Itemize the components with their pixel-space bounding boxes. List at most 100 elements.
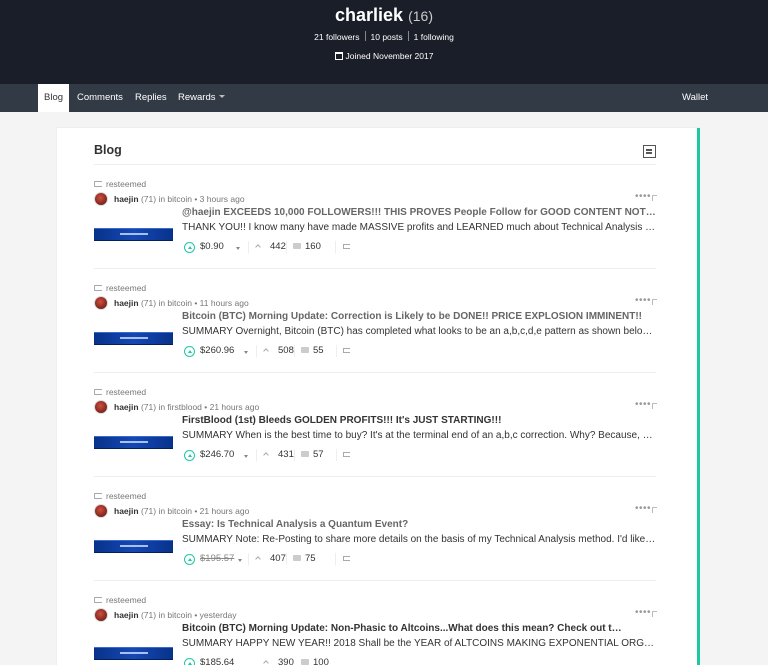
more-options-icon[interactable]: •••• bbox=[635, 191, 651, 202]
resteem-label: resteemed bbox=[106, 491, 146, 501]
resteem-icon[interactable] bbox=[343, 348, 350, 353]
payout-value[interactable]: $0.90 bbox=[200, 241, 224, 252]
post-title[interactable]: @haejin EXCEEDS 10,000 FOLLOWERS!!! THIS… bbox=[182, 207, 656, 218]
tab-rewards[interactable]: Rewards bbox=[178, 84, 225, 112]
page-title: Blog bbox=[94, 143, 122, 157]
avatar[interactable] bbox=[94, 296, 108, 310]
post-meta: in bitcoin • 3 hours ago bbox=[158, 194, 244, 204]
author-link[interactable]: haejin bbox=[114, 194, 139, 204]
tab-comments[interactable]: Comments bbox=[77, 84, 123, 112]
post-title[interactable]: Bitcoin (BTC) Morning Update: Correction… bbox=[182, 311, 656, 322]
resteem-indicator: resteemed bbox=[94, 179, 146, 189]
comment-count[interactable]: 100 bbox=[313, 657, 329, 665]
upvote-icon[interactable] bbox=[184, 554, 195, 565]
post-title[interactable]: Essay: Is Technical Analysis a Quantum E… bbox=[182, 519, 656, 530]
vote-count[interactable]: 407 bbox=[270, 553, 286, 564]
resteem-icon bbox=[94, 285, 102, 291]
author-link[interactable]: haejin bbox=[114, 506, 139, 516]
following-link[interactable]: 1 following bbox=[409, 32, 459, 42]
comment-icon bbox=[301, 451, 309, 457]
more-options-icon[interactable]: •••• bbox=[635, 295, 651, 306]
upvote-icon[interactable] bbox=[184, 242, 195, 253]
author-reputation: (71) bbox=[141, 402, 156, 412]
followers-link[interactable]: 21 followers bbox=[309, 32, 364, 42]
post-summary[interactable]: THANK YOU!! I know many have made MASSIV… bbox=[182, 222, 656, 233]
post-summary[interactable]: SUMMARY Overnight, Bitcoin (BTC) has com… bbox=[182, 326, 656, 337]
upvote-icon[interactable] bbox=[184, 346, 195, 357]
flag-icon[interactable] bbox=[652, 299, 657, 305]
footer-divider bbox=[294, 449, 295, 461]
vote-count[interactable]: 431 bbox=[278, 449, 294, 460]
chevron-down-icon[interactable] bbox=[244, 351, 248, 354]
username: charliek bbox=[335, 5, 403, 25]
comment-count[interactable]: 55 bbox=[313, 345, 324, 356]
post-summary[interactable]: SUMMARY When is the best time to buy? It… bbox=[182, 430, 656, 441]
resteem-icon[interactable] bbox=[343, 556, 350, 561]
more-options-icon[interactable]: •••• bbox=[635, 607, 651, 618]
flag-icon[interactable] bbox=[652, 611, 657, 617]
more-options-icon[interactable]: •••• bbox=[635, 399, 651, 410]
flag-icon[interactable] bbox=[652, 507, 657, 513]
resteem-label: resteemed bbox=[106, 595, 146, 605]
flag-icon[interactable] bbox=[652, 403, 657, 409]
payout-value[interactable]: $185.64 bbox=[200, 657, 234, 665]
posts-link[interactable]: 10 posts bbox=[366, 32, 408, 42]
avatar[interactable] bbox=[94, 400, 108, 414]
scroll-indicator[interactable] bbox=[697, 128, 700, 665]
resteem-icon bbox=[94, 181, 102, 187]
comment-count[interactable]: 57 bbox=[313, 449, 324, 460]
avatar[interactable] bbox=[94, 608, 108, 622]
post-title[interactable]: Bitcoin (BTC) Morning Update: Non-Phasic… bbox=[182, 623, 622, 634]
avatar[interactable] bbox=[94, 192, 108, 206]
author-link[interactable]: haejin bbox=[114, 298, 139, 308]
vote-count[interactable]: 508 bbox=[278, 345, 294, 356]
footer-divider bbox=[286, 241, 287, 253]
vote-count[interactable]: 442 bbox=[270, 241, 286, 252]
author-link[interactable]: haejin bbox=[114, 402, 139, 412]
tab-rewards-label: Rewards bbox=[178, 92, 216, 103]
tab-blog[interactable]: Blog bbox=[38, 84, 69, 112]
payout-value[interactable]: $246.70 bbox=[200, 449, 234, 460]
upvote-icon[interactable] bbox=[184, 658, 195, 665]
post-title[interactable]: FirstBlood (1st) Bleeds GOLDEN PROFITS!!… bbox=[182, 415, 656, 426]
calendar-icon bbox=[335, 52, 343, 60]
post-byline: haejin (71) in firstblood • 21 hours ago bbox=[114, 402, 259, 412]
votes-icon bbox=[263, 348, 269, 354]
more-options-icon[interactable]: •••• bbox=[635, 503, 651, 514]
post-thumbnail[interactable] bbox=[94, 540, 173, 553]
post-thumbnail[interactable] bbox=[94, 647, 173, 660]
chevron-down-icon[interactable] bbox=[236, 247, 240, 250]
vote-count[interactable]: 390 bbox=[278, 657, 294, 665]
resteem-icon bbox=[94, 597, 102, 603]
footer-divider bbox=[256, 449, 257, 461]
post-byline: haejin (71) in bitcoin • 21 hours ago bbox=[114, 506, 249, 516]
resteem-indicator: resteemed bbox=[94, 491, 146, 501]
post-summary[interactable]: SUMMARY Note: Re-Posting to share more d… bbox=[182, 534, 656, 545]
payout-value[interactable]: $260.96 bbox=[200, 345, 234, 356]
payout-value[interactable]: $195.57 bbox=[200, 553, 234, 564]
tab-replies[interactable]: Replies bbox=[135, 84, 167, 112]
resteem-icon[interactable] bbox=[343, 244, 350, 249]
post-thumbnail[interactable] bbox=[94, 228, 173, 241]
post-thumbnail[interactable] bbox=[94, 436, 173, 449]
list-view-icon[interactable] bbox=[643, 145, 656, 158]
chevron-down-icon[interactable] bbox=[244, 455, 248, 458]
post-thumbnail[interactable] bbox=[94, 332, 173, 345]
resteem-icon[interactable] bbox=[343, 452, 350, 457]
comment-icon bbox=[293, 243, 301, 249]
author-reputation: (71) bbox=[141, 610, 156, 620]
tab-wallet[interactable]: Wallet bbox=[682, 84, 708, 112]
resteem-label: resteemed bbox=[106, 387, 146, 397]
comment-count[interactable]: 75 bbox=[305, 553, 316, 564]
avatar[interactable] bbox=[94, 504, 108, 518]
footer-divider bbox=[248, 241, 249, 253]
chevron-down-icon[interactable] bbox=[238, 559, 242, 562]
author-link[interactable]: haejin bbox=[114, 610, 139, 620]
flag-icon[interactable] bbox=[652, 195, 657, 201]
post-byline: haejin (71) in bitcoin • yesterday bbox=[114, 610, 237, 620]
user-reputation: (16) bbox=[408, 8, 433, 24]
resteem-label: resteemed bbox=[106, 179, 146, 189]
post-summary[interactable]: SUMMARY HAPPY NEW YEAR!! 2018 Shall be t… bbox=[182, 638, 656, 649]
upvote-icon[interactable] bbox=[184, 450, 195, 461]
comment-count[interactable]: 160 bbox=[305, 241, 321, 252]
